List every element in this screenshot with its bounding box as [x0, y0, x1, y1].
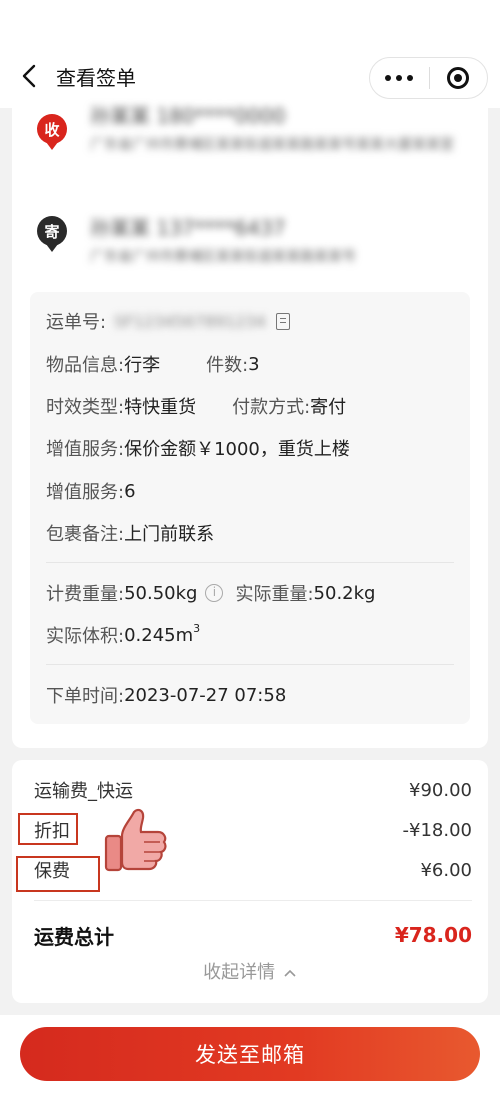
waybill-info-box: 运单号: SF1234567891234 物品信息: 行李 件数: 3 时效类型… — [30, 292, 470, 724]
total-label: 运费总计 — [34, 924, 114, 949]
divider — [46, 664, 454, 665]
waybill-label: 运单号: — [46, 312, 107, 333]
sender-address: 广东省广州市黄埔区某某街道某某路某某号 — [90, 249, 356, 265]
remark-row: 包裹备注: 上门前联系 — [46, 518, 214, 548]
receiver-address: 广东省广州市黄埔区某某街道某某路某某号某某大厦某某室 — [90, 137, 454, 153]
order-time-value: 2023-07-27 07:58 — [124, 684, 287, 706]
fee-row: 运输费_快运 ¥90.00 — [34, 777, 472, 803]
order-time-label: 下单时间: — [46, 686, 125, 707]
collapse-label: 收起详情 — [203, 962, 276, 983]
payment-value: 寄付 — [310, 397, 347, 418]
highlight-box-premium — [16, 856, 100, 892]
chevron-up-icon — [284, 969, 296, 977]
vas-label: 增值服务: — [46, 482, 125, 503]
bottom-bar: 发送至邮箱 — [0, 1015, 500, 1097]
count-label: 件数: — [206, 355, 249, 376]
more-dot-icon — [407, 75, 414, 81]
vas-label: 增值服务: — [46, 439, 125, 460]
fee-value: ¥90.00 — [409, 779, 472, 801]
volume-value: 0.245m — [124, 624, 194, 646]
more-dot-icon — [385, 75, 392, 81]
waybill-number: SF1234567891234 — [114, 311, 266, 331]
back-button[interactable] — [14, 58, 44, 94]
vas-row-1: 增值服务: 保价金额￥1000，重货上楼 — [46, 433, 350, 463]
vas-row-2: 增值服务: 6 — [46, 476, 136, 506]
target-icon — [447, 67, 470, 89]
timeliness-value: 特快重货 — [124, 397, 197, 418]
miniprogram-capsule — [369, 57, 488, 99]
nav-bar: 查看签单 — [0, 0, 500, 108]
fee-label: 运输费_快运 — [34, 781, 133, 802]
collapse-details-button[interactable]: 收起详情 — [12, 958, 488, 988]
charge-weight-value: 50.50kg — [124, 582, 198, 604]
receiver-name: 孙某某 180****0000 — [90, 104, 286, 128]
timeliness-row: 时效类型: 特快重货 付款方式: 寄付 — [46, 391, 346, 421]
vas-value: 6 — [124, 480, 136, 502]
volume-row: 实际体积: 0.245m 3 — [46, 620, 200, 650]
charge-weight-label: 计费重量: — [46, 584, 125, 605]
order-time-row: 下单时间: 2023-07-27 07:58 — [46, 680, 286, 710]
more-dot-icon — [396, 75, 403, 81]
timeliness-label: 时效类型: — [46, 397, 125, 418]
receiver-pin-icon: 收 — [37, 114, 67, 150]
actual-weight-value: 50.2kg — [313, 582, 376, 604]
thumbs-up-icon — [104, 808, 167, 872]
total-value: ¥78.00 — [394, 923, 472, 947]
payment-label: 付款方式: — [232, 397, 311, 418]
item-value: 行李 — [124, 355, 161, 376]
fee-card: 运输费_快运 ¥90.00 折扣 -¥18.00 保费 ¥6.00 运费总计 ¥… — [12, 760, 488, 1003]
weight-row: 计费重量: 50.50kg i 实际重量: 50.2kg — [46, 578, 375, 608]
divider — [34, 900, 472, 901]
remark-value: 上门前联系 — [124, 524, 215, 545]
waybill-row: 运单号: SF1234567891234 — [46, 306, 290, 336]
close-miniprogram-button[interactable] — [430, 58, 487, 98]
item-label: 物品信息: — [46, 355, 125, 376]
info-icon[interactable]: i — [205, 584, 224, 602]
copy-icon[interactable] — [275, 312, 290, 330]
highlight-box-discount — [18, 813, 78, 845]
total-row: 运费总计 ¥78.00 — [34, 920, 472, 950]
more-button[interactable] — [370, 58, 429, 98]
vas-value: 保价金额￥1000，重货上楼 — [124, 439, 350, 460]
actual-weight-label: 实际重量: — [235, 584, 314, 605]
sender-badge: 寄 — [37, 216, 67, 246]
receiver-badge: 收 — [37, 114, 67, 144]
volume-unit-exponent: 3 — [193, 622, 201, 635]
volume-label: 实际体积: — [46, 626, 125, 647]
sender-name: 孙某某 137****6437 — [90, 216, 286, 240]
fee-value: -¥18.00 — [402, 819, 472, 841]
item-row: 物品信息: 行李 件数: 3 — [46, 349, 260, 379]
chevron-left-icon — [22, 64, 36, 88]
sender-pin-icon: 寄 — [37, 216, 67, 252]
order-detail-card: 收 孙某某 180****0000 广东省广州市黄埔区某某街道某某路某某号某某大… — [12, 104, 488, 748]
page-title: 查看签单 — [56, 66, 136, 90]
divider — [46, 562, 454, 563]
send-to-email-button[interactable]: 发送至邮箱 — [20, 1027, 480, 1081]
count-value: 3 — [248, 353, 260, 375]
remark-label: 包裹备注: — [46, 524, 125, 545]
fee-value: ¥6.00 — [420, 859, 472, 881]
